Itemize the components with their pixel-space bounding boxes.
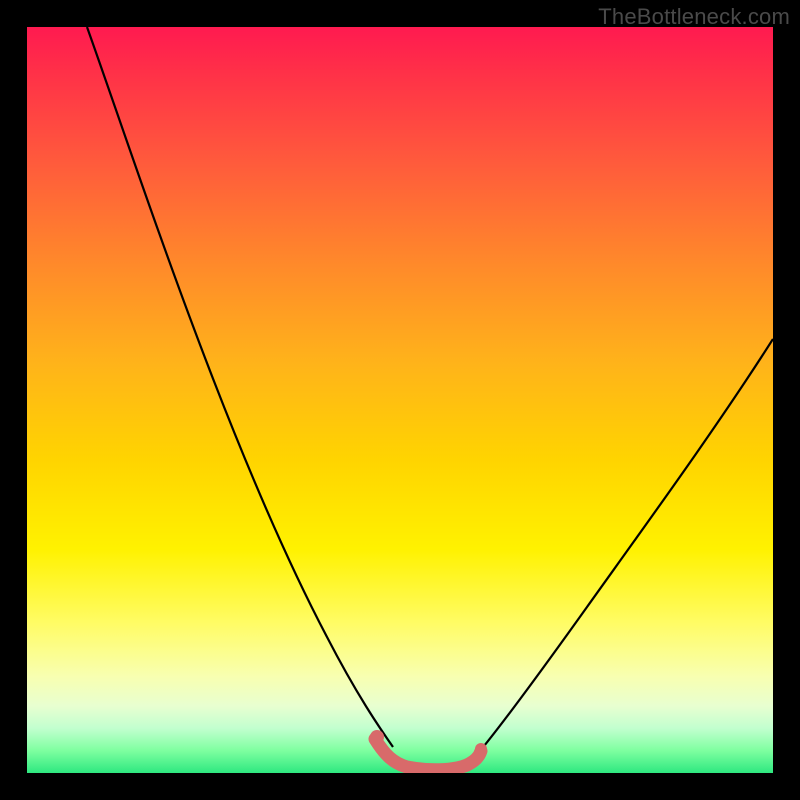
watermark-text: TheBottleneck.com bbox=[598, 4, 790, 30]
outer-frame: TheBottleneck.com bbox=[0, 0, 800, 800]
plot-area bbox=[27, 27, 773, 773]
curve-overlay bbox=[27, 27, 773, 773]
left-highlight-dot-icon bbox=[370, 730, 384, 744]
left-curve bbox=[87, 27, 393, 747]
right-highlight-dot-icon bbox=[475, 743, 487, 755]
right-curve bbox=[475, 339, 773, 757]
